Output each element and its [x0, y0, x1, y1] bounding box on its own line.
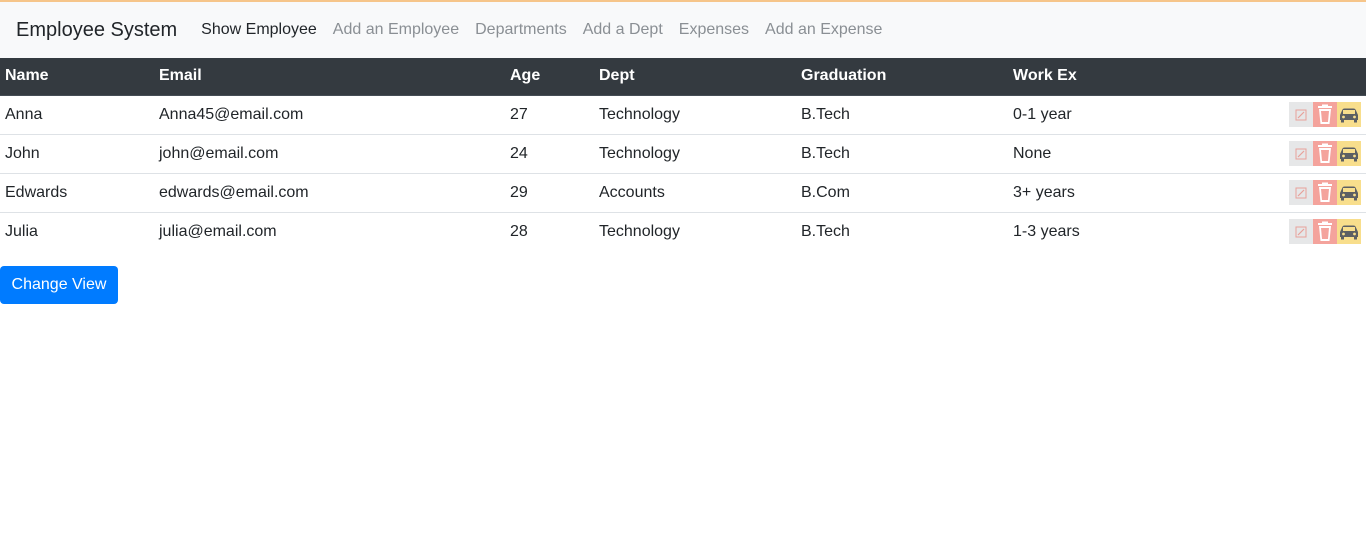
cell-age: 24	[505, 134, 594, 174]
table-header-row: Name Email Age Dept Graduation Work Ex	[0, 58, 1366, 96]
header-name: Name	[0, 58, 154, 96]
cell-work-ex: 1-3 years	[1013, 222, 1080, 240]
navbar: Employee System Show Employee Add an Emp…	[0, 2, 1366, 58]
employee-table: Name Email Age Dept Graduation Work Ex A…	[0, 58, 1366, 251]
cell-name: Anna	[0, 95, 154, 135]
car-button[interactable]	[1337, 102, 1361, 127]
cell-age: 27	[505, 95, 594, 135]
row-actions	[1208, 134, 1366, 174]
cell-graduation: B.Com	[796, 173, 1008, 213]
cell-email: john@email.com	[154, 134, 505, 174]
edit-button[interactable]	[1289, 219, 1313, 245]
table-row: John john@email.com 24 Technology B.Tech None	[0, 134, 1366, 174]
header-work-ex: Work Ex	[1008, 58, 1208, 96]
table-row: Anna Anna45@email.com 27 Technology B.Tech 0-…	[0, 95, 1366, 135]
nav-add-expense[interactable]: Add an Expense	[765, 21, 882, 39]
cell-email: julia@email.com	[159, 222, 277, 240]
change-view-button[interactable]: Change View	[0, 266, 118, 304]
header-actions	[1208, 58, 1366, 96]
nav-expenses[interactable]: Expenses	[679, 21, 749, 39]
edit-icon	[1289, 180, 1313, 205]
cell-name: Edwards	[0, 173, 154, 213]
nav-departments[interactable]: Departments	[475, 21, 567, 39]
header-dept: Dept	[594, 58, 796, 96]
cell-name: John	[0, 134, 154, 174]
table-row: Edwards edwards@email.com 29 Accounts B.Com 3…	[0, 173, 1366, 213]
header-email: Email	[154, 58, 505, 96]
car-button[interactable]	[1337, 141, 1361, 166]
car-button[interactable]	[1337, 219, 1361, 245]
header-age: Age	[505, 58, 594, 96]
car-icon	[1337, 180, 1361, 205]
cell-work-ex: None	[1008, 134, 1208, 174]
trash-icon	[1313, 219, 1337, 244]
cell-work-ex: 3+ years	[1008, 173, 1208, 213]
delete-button[interactable]	[1313, 102, 1337, 127]
car-icon	[1337, 141, 1361, 166]
cell-dept: Technology	[594, 95, 796, 135]
row-actions	[1208, 95, 1366, 135]
edit-button[interactable]	[1289, 180, 1313, 205]
delete-button[interactable]	[1313, 180, 1337, 205]
cell-age: 29	[505, 173, 594, 213]
cell-graduation: B.Tech	[796, 95, 1008, 135]
trash-icon	[1313, 102, 1337, 127]
edit-button[interactable]	[1289, 141, 1313, 166]
car-icon	[1337, 102, 1361, 127]
edit-icon	[1289, 141, 1313, 166]
cell-email: Anna45@email.com	[154, 95, 505, 135]
delete-button[interactable]	[1313, 141, 1337, 166]
table-row: Julia julia@email.com 28 Technology B.Tech 1-…	[0, 212, 1366, 251]
nav-show-employee[interactable]: Show Employee	[201, 21, 317, 39]
cell-dept: Technology	[599, 222, 680, 240]
delete-button[interactable]	[1313, 219, 1337, 245]
cell-dept: Technology	[594, 134, 796, 174]
cell-age: 28	[510, 222, 528, 240]
row-actions	[1208, 173, 1366, 213]
nav-add-dept[interactable]: Add a Dept	[583, 21, 663, 39]
cell-email: edwards@email.com	[154, 173, 505, 213]
cell-graduation: B.Tech	[801, 222, 850, 240]
trash-icon	[1313, 180, 1337, 205]
edit-icon	[1289, 219, 1313, 244]
trash-icon	[1313, 141, 1337, 166]
cell-name: Julia	[5, 222, 38, 240]
cell-work-ex: 0-1 year	[1008, 95, 1208, 135]
car-icon	[1337, 219, 1361, 244]
cell-graduation: B.Tech	[796, 134, 1008, 174]
cell-dept: Accounts	[594, 173, 796, 213]
edit-button[interactable]	[1289, 102, 1313, 127]
edit-icon	[1289, 102, 1313, 127]
car-button[interactable]	[1337, 180, 1361, 205]
header-graduation: Graduation	[796, 58, 1008, 96]
brand-title[interactable]: Employee System	[16, 19, 177, 42]
nav-add-employee[interactable]: Add an Employee	[333, 21, 459, 39]
row-actions	[1208, 212, 1366, 251]
